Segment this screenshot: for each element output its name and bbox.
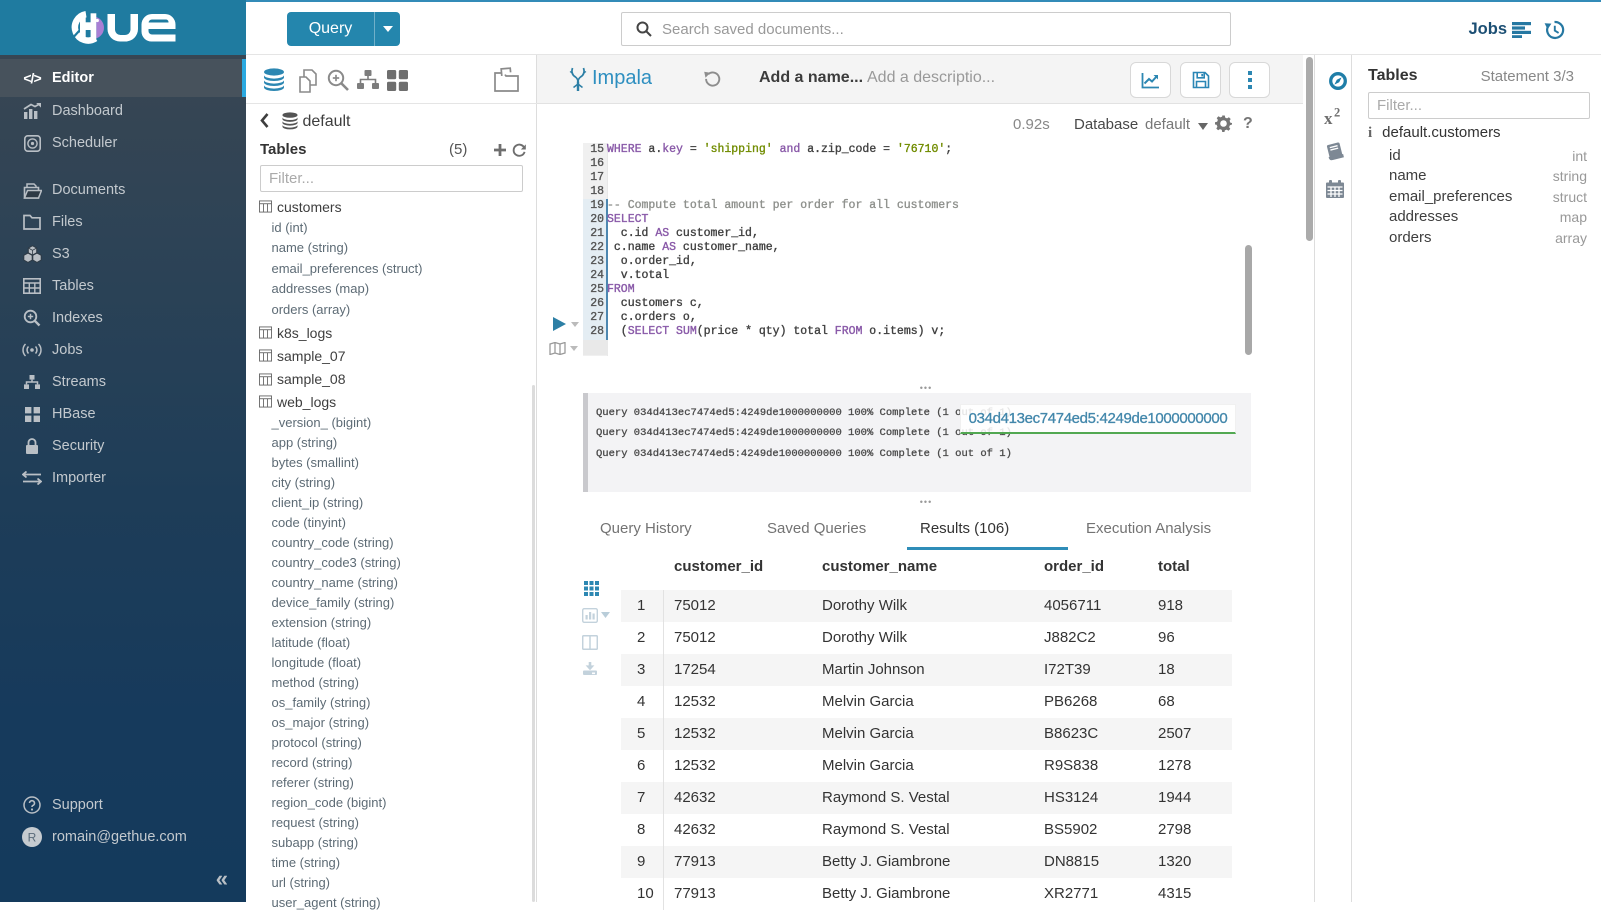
svg-text:2: 2 [1334,107,1340,120]
svg-text:x: x [1324,109,1333,127]
svg-text:R: R [28,831,37,845]
